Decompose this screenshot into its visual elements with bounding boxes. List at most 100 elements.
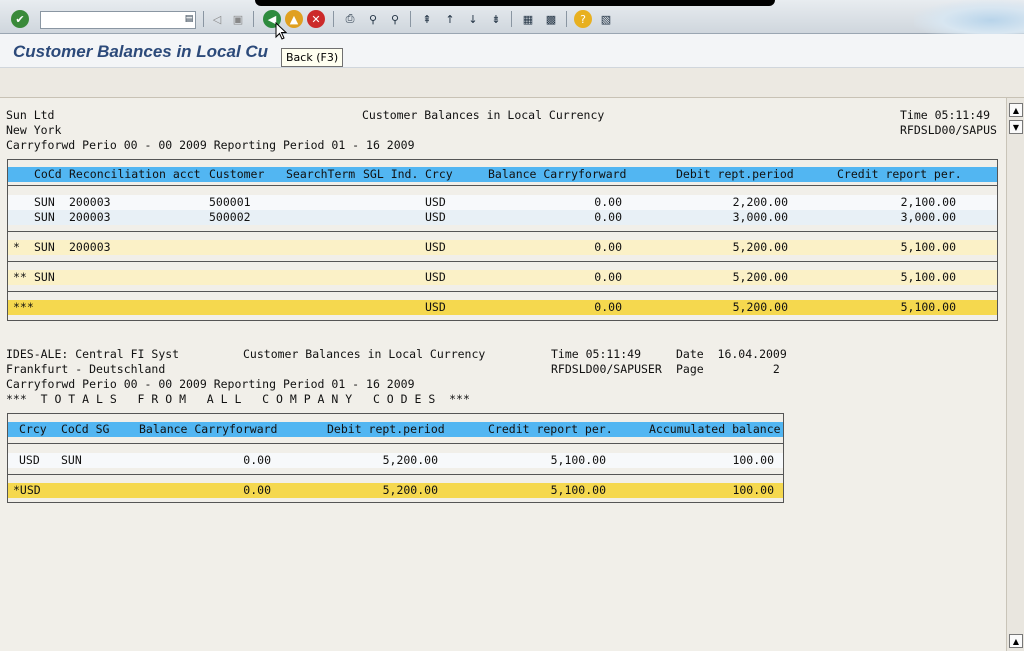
application-toolbar xyxy=(0,68,1024,98)
scroll-down-icon[interactable]: ▲ xyxy=(1009,634,1023,648)
period-line: Carryforwd Perio 00 - 00 2009 Reporting … xyxy=(6,138,415,152)
cell-debit: 5,200.00 xyxy=(382,483,438,497)
col-customer: Customer xyxy=(209,167,265,181)
cell-customer: 500002 xyxy=(209,210,251,224)
layout-icon[interactable]: ▦ xyxy=(519,10,537,28)
cell-crcy: USD xyxy=(425,270,446,284)
cell-credit: 5,100.00 xyxy=(550,453,606,467)
print-icon[interactable]: ⎙ xyxy=(341,10,359,28)
period-line-2: Carryforwd Perio 00 - 00 2009 Reporting … xyxy=(6,377,415,391)
toolbar-separator xyxy=(203,11,204,27)
col-cocd: CoCd xyxy=(34,167,62,181)
cell-crcy: USD xyxy=(425,210,446,224)
cell-debit: 5,200.00 xyxy=(732,270,788,284)
settings-icon[interactable]: ▩ xyxy=(542,10,560,28)
back-tooltip: Back (F3) xyxy=(281,48,344,67)
divider xyxy=(8,261,997,262)
table-row[interactable]: SUN 200003 500001 USD 0.00 2,200.00 2,10… xyxy=(8,195,997,210)
cell-balance: 0.00 xyxy=(594,210,622,224)
cell-accumulated: 100.00 xyxy=(732,483,774,497)
report-time-2: Time 05:11:49 xyxy=(551,347,642,361)
enter-icon[interactable]: ✔ xyxy=(11,10,29,28)
find-next-icon[interactable]: ⚲ xyxy=(386,10,404,28)
company-name: Sun Ltd xyxy=(6,108,55,122)
table-header-row: CoCd Reconciliation acct Customer Search… xyxy=(8,167,997,182)
table-row[interactable]: SUN 200003 500002 USD 0.00 3,000.00 3,00… xyxy=(8,210,997,225)
cell-credit: 5,100.00 xyxy=(900,240,956,254)
cell-debit: 5,200.00 xyxy=(382,453,438,467)
divider xyxy=(8,185,997,186)
cell-credit: 5,100.00 xyxy=(900,300,956,314)
cancel-icon[interactable]: ✕ xyxy=(307,10,325,28)
find-icon[interactable]: ⚲ xyxy=(364,10,382,28)
totals-heading: *** T O T A L S F R O M A L L C O M P A … xyxy=(6,392,470,406)
cell-cocd: SUN xyxy=(34,270,55,284)
command-input[interactable] xyxy=(41,14,195,30)
cell-crcy: USD xyxy=(19,453,40,467)
col-balance: Balance Carryforward xyxy=(488,167,627,181)
col-credit: Credit report per. xyxy=(488,422,613,436)
last-page-icon[interactable]: ⇟ xyxy=(487,10,505,28)
prev-icon[interactable]: ◁ xyxy=(208,10,226,28)
report-title: Customer Balances in Local Currency xyxy=(362,108,605,122)
toolbar-separator xyxy=(410,11,411,27)
balance-table: CoCd Reconciliation acct Customer Search… xyxy=(7,159,998,321)
totals-table: Crcy CoCd SG Balance Carryforward Debit … xyxy=(7,413,784,503)
table-row[interactable]: USD SUN 0.00 5,200.00 5,100.00 100.00 xyxy=(8,453,783,468)
cell-recon: 200003 xyxy=(69,195,111,209)
prev-page-icon[interactable]: ↑ xyxy=(441,10,459,28)
divider xyxy=(8,231,997,232)
cell-credit: 5,100.00 xyxy=(900,270,956,284)
vertical-scrollbar[interactable]: ▲ ▼ ▲ xyxy=(1006,98,1024,651)
cell-balance: 0.00 xyxy=(594,300,622,314)
scroll-page-down-icon[interactable]: ▼ xyxy=(1009,120,1023,134)
cell-debit: 5,200.00 xyxy=(732,240,788,254)
command-field[interactable] xyxy=(40,11,196,30)
subtotal-row[interactable]: * SUN 200003 USD 0.00 5,200.00 5,100.00 xyxy=(8,240,997,255)
save-icon[interactable]: ▣ xyxy=(229,10,247,28)
next-page-icon[interactable]: ↓ xyxy=(464,10,482,28)
subtotal-marker: ** xyxy=(13,270,27,284)
cell-balance: 0.00 xyxy=(594,270,622,284)
col-recon: Reconciliation acct xyxy=(69,167,201,181)
report-time: Time 05:11:49 xyxy=(900,108,991,122)
dropdown-icon[interactable]: ▤ xyxy=(180,10,198,28)
program-name-2: RFDSLD00/SAPUSER xyxy=(551,362,662,376)
col-crcy: Crcy xyxy=(19,422,47,436)
company-name-2: IDES-ALE: Central FI Syst xyxy=(6,347,180,361)
col-cocd-sg: CoCd SG xyxy=(61,422,110,436)
title-bar: Customer Balances in Local Cu xyxy=(0,34,1024,68)
divider xyxy=(8,474,783,475)
cell-balance: 0.00 xyxy=(594,195,622,209)
program-name: RFDSLD00/SAPUS xyxy=(900,123,997,137)
company-city: New York xyxy=(6,123,62,137)
subtotal-row[interactable]: ** SUN USD 0.00 5,200.00 5,100.00 xyxy=(8,270,997,285)
help-icon[interactable]: ? xyxy=(574,10,592,28)
mouse-cursor-icon xyxy=(275,22,287,40)
company-city-2: Frankfurt - Deutschland xyxy=(6,362,166,376)
cell-crcy: USD xyxy=(425,300,446,314)
toolbar-separator xyxy=(253,11,254,27)
cell-credit: 5,100.00 xyxy=(550,483,606,497)
customize-icon[interactable]: ▧ xyxy=(597,10,615,28)
cell-recon: 200003 xyxy=(69,210,111,224)
col-crcy: Crcy xyxy=(425,167,453,181)
cell-crcy: USD xyxy=(425,195,446,209)
col-balance: Balance Carryforward xyxy=(139,422,278,436)
cell-cocd: SUN xyxy=(61,453,82,467)
report-output: Sun Ltd Customer Balances in Local Curre… xyxy=(0,98,1006,651)
scroll-up-icon[interactable]: ▲ xyxy=(1009,103,1023,117)
cell-cocd: SUN xyxy=(34,240,55,254)
cell-debit: 2,200.00 xyxy=(732,195,788,209)
total-row[interactable]: *USD 0.00 5,200.00 5,100.00 100.00 xyxy=(8,483,783,498)
cell-balance: 0.00 xyxy=(243,453,271,467)
col-debit: Debit rept.period xyxy=(327,422,445,436)
cell-crcy: USD xyxy=(425,240,446,254)
exit-icon[interactable]: ▲ xyxy=(285,10,303,28)
toolbar-separator xyxy=(566,11,567,27)
col-accumulated: Accumulated balance xyxy=(649,422,781,436)
total-row[interactable]: *** USD 0.00 5,200.00 5,100.00 xyxy=(8,300,997,315)
cell-debit: 5,200.00 xyxy=(732,300,788,314)
first-page-icon[interactable]: ⇞ xyxy=(418,10,436,28)
cell-debit: 3,000.00 xyxy=(732,210,788,224)
